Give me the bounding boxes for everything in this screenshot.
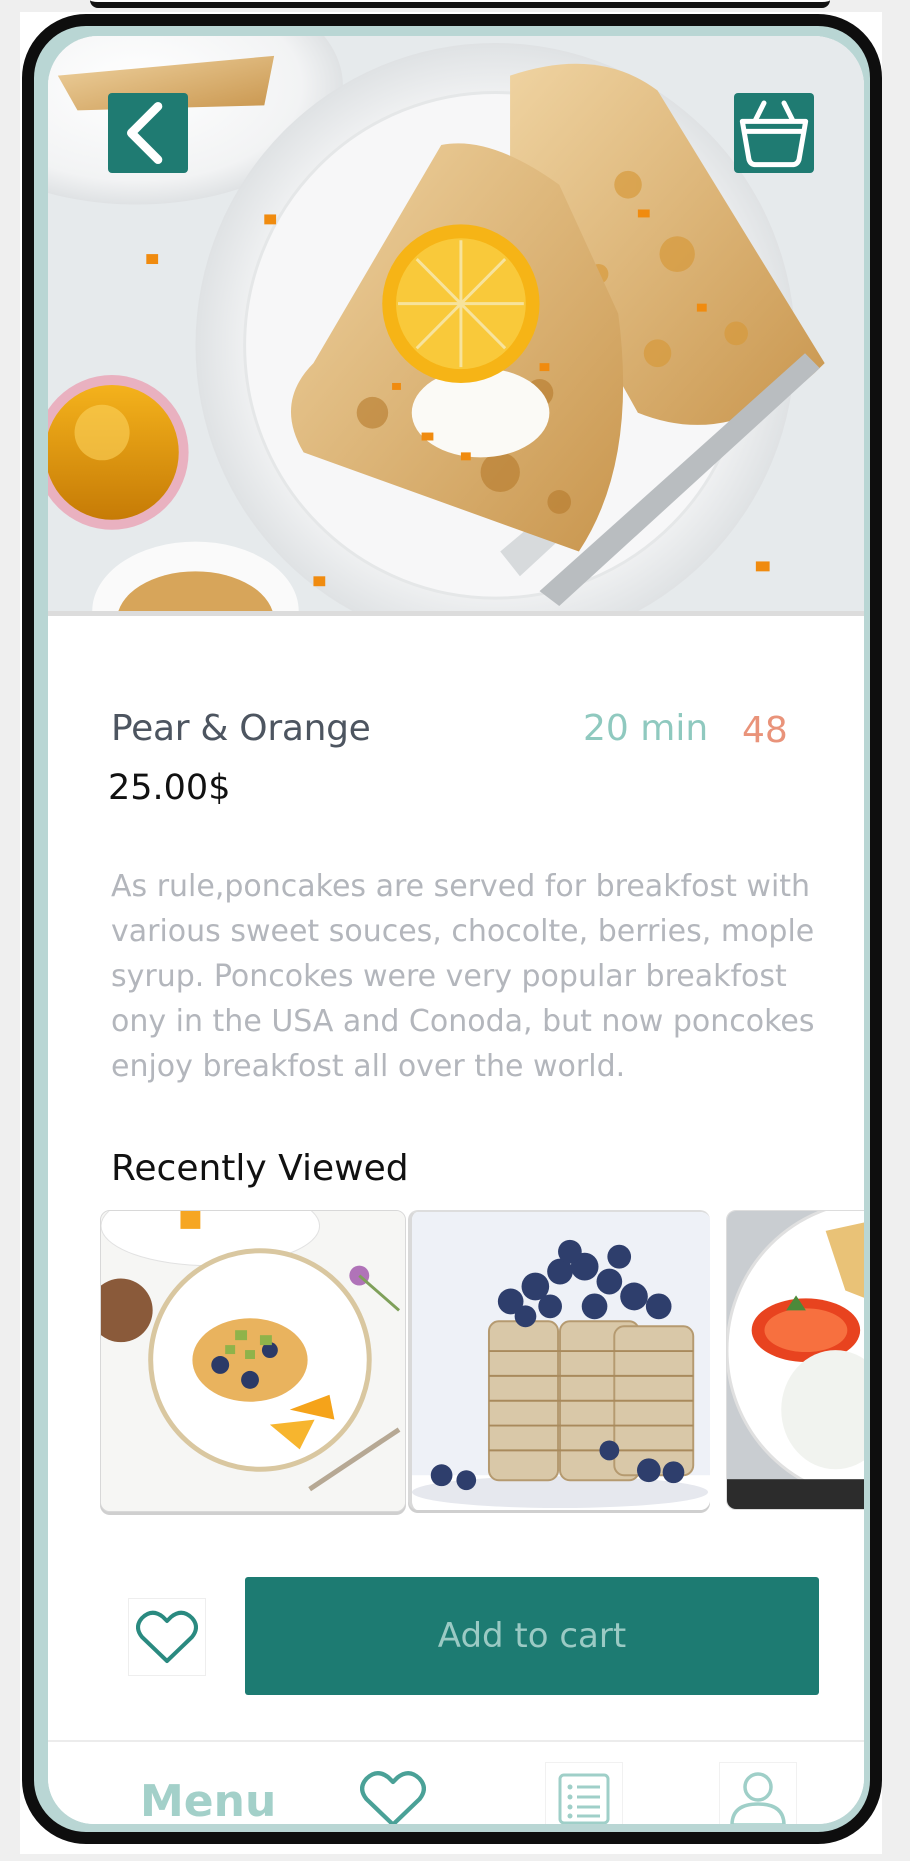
recently-viewed-title: Recently Viewed — [111, 1148, 409, 1189]
recently-viewed-item[interactable] — [100, 1210, 406, 1512]
favorite-button[interactable] — [128, 1598, 206, 1676]
back-button[interactable] — [108, 93, 188, 173]
tomato-plate-image — [727, 1211, 864, 1509]
prep-time: 20 min — [583, 708, 709, 749]
recently-viewed-item[interactable] — [408, 1210, 710, 1510]
add-to-cart-button[interactable]: Add to cart — [245, 1577, 819, 1695]
rating-count: 48 — [742, 710, 788, 751]
nav-orders[interactable] — [545, 1762, 623, 1824]
product-price: 25.00$ — [108, 768, 231, 808]
basket-icon — [739, 100, 809, 168]
phone-frame: Pear & Orange 20 min 48 25.00$ As rule,p… — [22, 14, 882, 1844]
chevron-left-icon — [127, 102, 163, 165]
frame-top-edge — [90, 0, 830, 8]
nav-menu[interactable]: Menu — [140, 1776, 276, 1824]
product-title: Pear & Orange — [111, 708, 371, 749]
user-icon — [730, 1772, 786, 1824]
heart-icon — [136, 1610, 198, 1663]
list-icon — [558, 1773, 610, 1824]
screen: Pear & Orange 20 min 48 25.00$ As rule,p… — [48, 36, 864, 1824]
add-to-cart-label: Add to cart — [437, 1616, 627, 1656]
bottom-nav: Menu — [48, 1742, 864, 1824]
product-description: As rule,poncakes are served for breakfos… — [111, 869, 815, 1084]
blueberry-pancake-stack-image — [412, 1212, 710, 1510]
nav-favorites[interactable] — [354, 1762, 432, 1824]
basket-button[interactable] — [734, 93, 814, 173]
recently-viewed-item[interactable] — [726, 1210, 864, 1510]
nav-profile[interactable] — [719, 1762, 797, 1824]
heart-icon — [360, 1771, 426, 1824]
crepe-plate-image — [101, 1211, 405, 1511]
hero-image — [48, 36, 864, 616]
